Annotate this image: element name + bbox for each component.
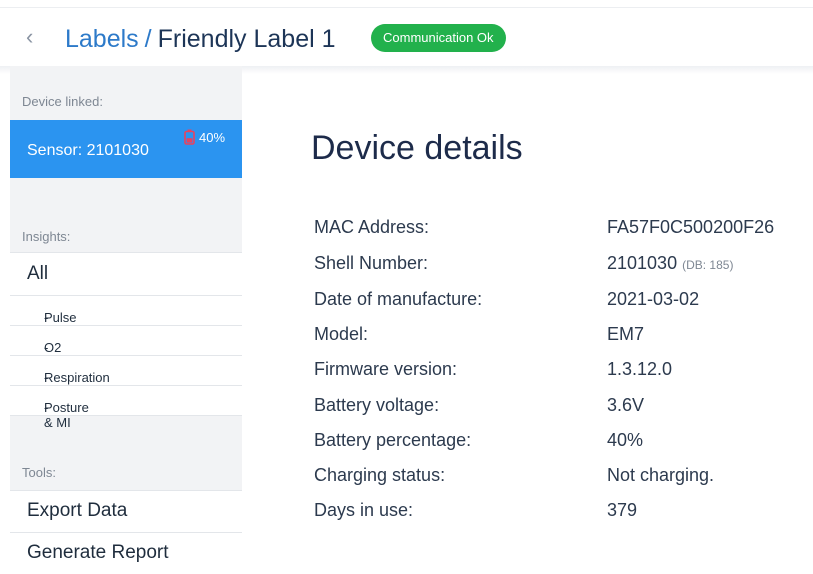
- detail-value: 379: [607, 500, 638, 520]
- detail-row-days: Days in use: 379: [314, 500, 804, 524]
- breadcrumb-separator: /: [144, 25, 152, 53]
- sensor-item[interactable]: Sensor: 2101030 40%: [10, 120, 242, 178]
- detail-label: Charging status:: [314, 465, 446, 485]
- sidebar: Device linked: Sensor: 2101030 40% Insig…: [10, 66, 242, 574]
- shell-number-value: 2101030: [607, 253, 678, 273]
- detail-value: 1.3.12.0: [607, 359, 673, 379]
- breadcrumb: Labels / Friendly Label 1: [65, 24, 336, 54]
- export-data-button[interactable]: Export Data: [10, 490, 242, 532]
- detail-row-firmware: Firmware version: 1.3.12.0: [314, 359, 804, 383]
- detail-value: 40%: [607, 430, 644, 450]
- detail-label: Battery voltage:: [314, 395, 440, 415]
- insights-label: Insights:: [22, 229, 71, 244]
- chevron-left-icon[interactable]: ‹: [26, 26, 33, 48]
- insights-all[interactable]: All: [10, 252, 242, 295]
- detail-row-charging: Charging status: Not charging.: [314, 465, 804, 489]
- detail-value: 2021-03-02: [607, 289, 700, 309]
- detail-label: MAC Address:: [314, 217, 430, 237]
- insight-pulse-rate[interactable]: - Pulse Rate: [10, 295, 242, 340]
- db-note: (DB: 185): [682, 258, 734, 272]
- insight-respiration-label: Respiration: [44, 370, 110, 385]
- battery-icon: [184, 129, 195, 145]
- detail-label: Days in use:: [314, 500, 414, 520]
- detail-row-battery-percentage: Battery percentage: 40%: [314, 430, 804, 454]
- device-linked-label: Device linked:: [22, 94, 103, 109]
- generate-report-label: Generate Report: [27, 542, 169, 563]
- insights-all-label: All: [27, 263, 49, 284]
- detail-label: Date of manufacture:: [314, 289, 483, 309]
- export-data-label: Export Data: [27, 500, 128, 521]
- generate-report-button[interactable]: Generate Report: [10, 532, 242, 574]
- breadcrumb-labels-link[interactable]: Labels: [65, 25, 139, 53]
- insight-respiration[interactable]: - Respiration: [10, 355, 242, 385]
- sensor-label: Sensor: 2101030: [27, 142, 149, 159]
- insight-o2-saturation[interactable]: - O2 Saturation: [10, 325, 242, 370]
- battery-indicator: 40%: [184, 129, 225, 145]
- detail-label: Firmware version:: [314, 359, 458, 379]
- page-title: Device details: [311, 129, 523, 167]
- detail-row-manufacture: Date of manufacture: 2021-03-02: [314, 289, 804, 313]
- detail-row-model: Model: EM7: [314, 324, 804, 348]
- detail-row-battery-voltage: Battery voltage: 3.6V: [314, 395, 804, 419]
- detail-value: FA57F0C500200F26: [607, 217, 775, 237]
- detail-row-mac: MAC Address: FA57F0C500200F26: [314, 217, 804, 241]
- detail-label: Battery percentage:: [314, 430, 472, 450]
- detail-label: Model:: [314, 324, 369, 344]
- detail-value: 3.6V: [607, 395, 645, 415]
- insight-posture-mi-label: Posture & MI: [44, 400, 89, 430]
- detail-label: Shell Number:: [314, 253, 429, 273]
- detail-value: Not charging.: [607, 465, 715, 485]
- breadcrumb-current: Friendly Label 1: [157, 25, 336, 53]
- detail-row-shell: Shell Number: 2101030 (DB: 185): [314, 253, 804, 277]
- insight-posture-mi[interactable]: - Posture & MI: [10, 385, 242, 430]
- detail-value: 2101030 (DB: 185): [607, 253, 733, 274]
- battery-percent: 40%: [199, 130, 226, 145]
- status-badge: Communication Ok: [371, 24, 506, 52]
- tools-label: Tools:: [22, 465, 56, 480]
- header: ‹ Labels / Friendly Label 1 Communication …: [0, 8, 813, 66]
- detail-value: EM7: [607, 324, 645, 344]
